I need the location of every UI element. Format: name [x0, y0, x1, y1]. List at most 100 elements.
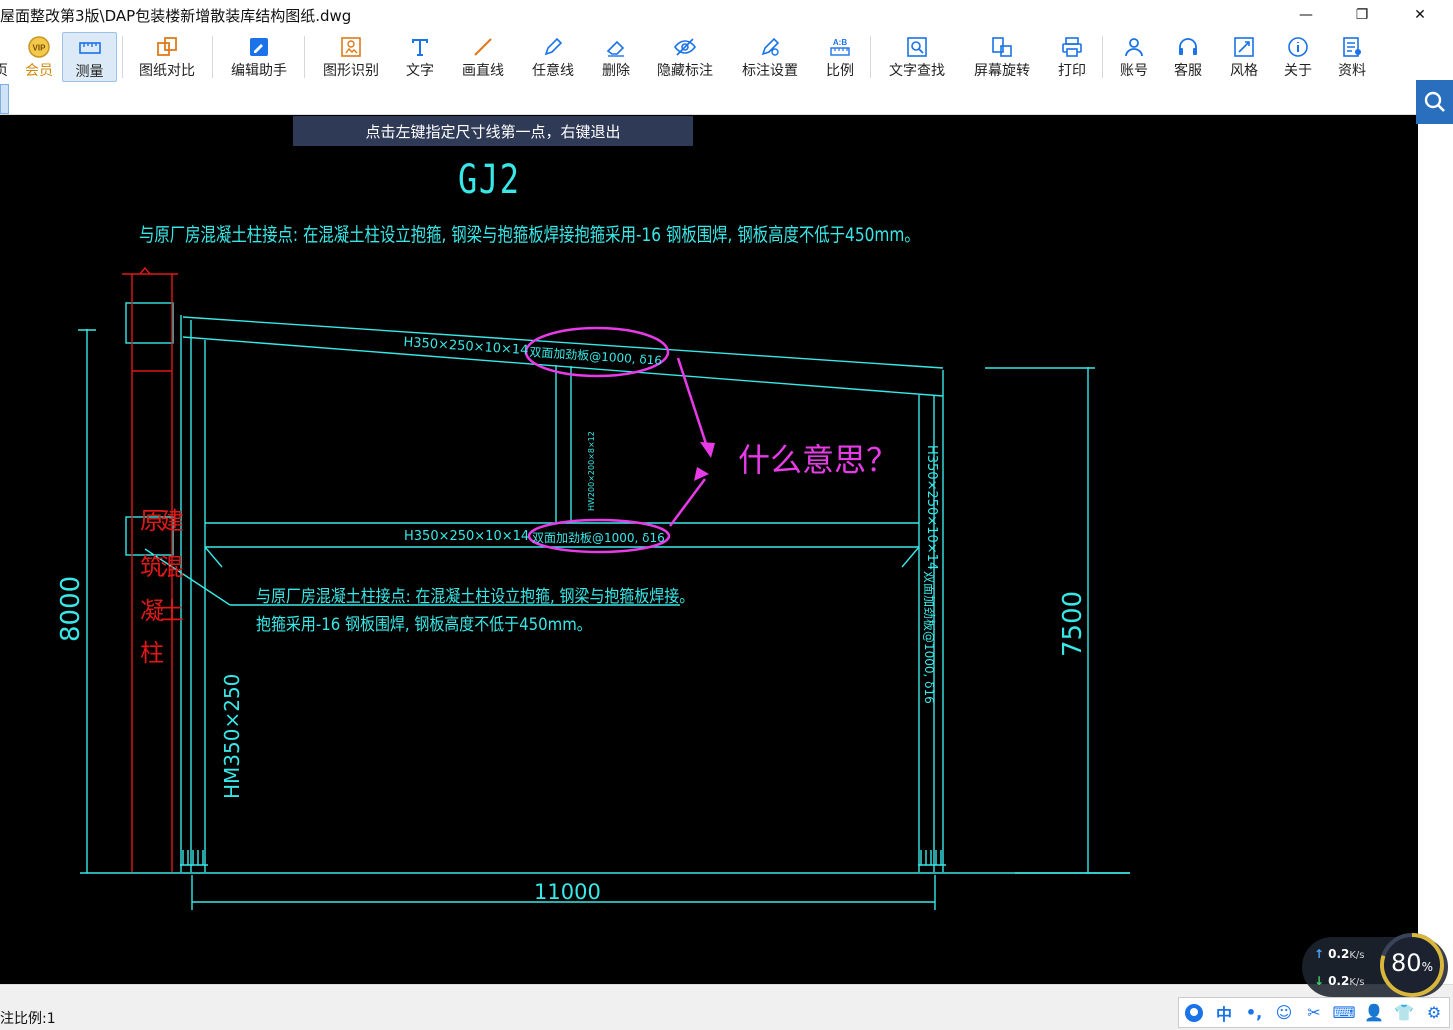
minimize-button[interactable]: — — [1278, 0, 1334, 30]
upload-speed: ↑ 0.2K/s — [1314, 947, 1365, 961]
toolbar-separator — [304, 36, 305, 78]
ruler-icon — [78, 36, 102, 60]
network-speed-widget[interactable]: ↑ 0.2K/s ↓ 0.2K/s 80% — [1302, 933, 1448, 997]
ime-punctuation-toggle[interactable]: •, — [1239, 999, 1269, 1027]
style-icon — [1232, 35, 1256, 59]
scale-status: 注比例:1 — [0, 1011, 56, 1027]
headset-icon — [1176, 35, 1200, 59]
concrete-label-char: 柱 — [140, 639, 164, 667]
delete-button[interactable]: 删除 — [594, 32, 638, 82]
toolbar-separator — [870, 36, 871, 78]
haunch-right — [901, 546, 920, 568]
column-cap-box — [125, 302, 174, 344]
close-button[interactable]: ✕ — [1392, 0, 1448, 30]
concrete-column-label: 原 建 筑 混 凝 土 柱 — [138, 507, 186, 666]
drawing-tab[interactable] — [0, 84, 9, 114]
ime-emoji-icon[interactable]: ☺ — [1269, 999, 1299, 1027]
text-button[interactable]: 文字 — [398, 32, 442, 82]
resources-icon — [1340, 35, 1364, 59]
pencil-icon — [541, 35, 565, 59]
ime-keyboard-icon[interactable]: ⌨ — [1329, 999, 1359, 1027]
draw-line-button[interactable]: 画直线 — [456, 32, 510, 82]
account-button[interactable]: 账号 — [1112, 32, 1156, 82]
eraser-icon — [604, 35, 628, 59]
haunch-left — [204, 546, 223, 568]
left-base-plate — [180, 850, 208, 866]
drawing-canvas[interactable]: 点击左键指定尺寸线第一点，右键退出 GJ2 与原厂房混凝土柱接点: 在混凝土柱设… — [0, 115, 1418, 984]
upload-arrow-icon: ↑ — [1314, 947, 1325, 961]
measure-hint: 点击左键指定尺寸线第一点，右键退出 — [293, 116, 693, 146]
tab-strip — [0, 84, 1453, 115]
about-button[interactable]: 关于 — [1276, 32, 1320, 82]
vip-icon: VIP — [27, 35, 51, 59]
concrete-label-char: 土 — [160, 597, 184, 625]
drawing-title: GJ2 — [458, 157, 521, 203]
freehand-line-button[interactable]: 任意线 — [526, 32, 580, 82]
print-button[interactable]: 打印 — [1050, 32, 1094, 82]
right-panel-strip — [1418, 115, 1453, 984]
edit-assistant-button[interactable]: 编辑助手 — [224, 32, 294, 82]
concrete-label-char: 混 — [160, 553, 184, 581]
ime-skin-icon[interactable]: 👕 — [1389, 999, 1419, 1027]
line-icon — [471, 35, 495, 59]
maximize-button[interactable]: ❐ — [1334, 0, 1390, 30]
ime-user-icon[interactable]: 👤 — [1359, 999, 1389, 1027]
memory-percent: 80% — [1391, 949, 1433, 977]
top-note: 与原厂房混凝土柱接点: 在混凝土柱设立抱箍, 钢梁与抱箍板焊接抱箍采用-16 钢… — [139, 224, 920, 246]
style-button[interactable]: 风格 — [1222, 32, 1266, 82]
strut-label: HW200×200×8×12 — [587, 431, 596, 511]
right-base-plate — [918, 850, 946, 866]
scale-button[interactable]: A:B 比例 — [818, 32, 862, 82]
ime-scissors-icon[interactable]: ✂ — [1299, 999, 1329, 1027]
title-bar: 屋面整改第3版\DAP包装楼新增散装库结构图纸.dwg — ❐ ✕ — [0, 0, 1453, 30]
hide-annotation-button[interactable]: 隐藏标注 — [652, 32, 718, 82]
member-button[interactable]: VIP 会员 — [16, 32, 62, 82]
download-arrow-icon: ↓ — [1314, 974, 1325, 988]
arrow-line-top — [676, 357, 711, 454]
right-column-label: H350×250×10×14 — [924, 445, 939, 571]
measure-button[interactable]: 测量 — [62, 32, 117, 82]
arrow-head-top — [700, 442, 715, 458]
dim-height-left: 8000 — [56, 575, 86, 642]
resources-button[interactable]: 资料 — [1330, 32, 1374, 82]
ratio-icon: A:B — [828, 35, 852, 59]
shape-recognize-icon — [339, 35, 363, 59]
rotate-screen-icon — [990, 35, 1014, 59]
search-button[interactable] — [1416, 80, 1453, 124]
service-button[interactable]: 客服 — [1166, 32, 1210, 82]
annotation-gear-icon — [758, 35, 782, 59]
ime-logo-icon[interactable] — [1179, 999, 1209, 1027]
mid-note-line-2: 抱箍采用-16 钢板围焊, 钢板高度不低于450mm。 — [256, 615, 592, 635]
compare-button[interactable]: 图纸对比 — [132, 32, 202, 82]
cad-viewer-window: 屋面整改第3版\DAP包装楼新增散装库结构图纸.dwg — ❐ ✕ 页 VIP … — [0, 0, 1453, 1030]
screen-rotate-button[interactable]: 屏幕旋转 — [968, 32, 1036, 82]
toolbar: 页 VIP 会员 测量 图纸对比 编辑助手 图形识别 文字 画直线 任意线 删除… — [0, 30, 1453, 84]
ime-language-toggle[interactable]: 中 — [1209, 999, 1239, 1027]
ime-settings-icon[interactable]: ⚙ — [1419, 999, 1449, 1027]
mid-note-line-1: 与原厂房混凝土柱接点: 在混凝土柱设立抱箍, 钢梁与抱箍板焊接。 — [256, 587, 695, 607]
info-icon — [1286, 35, 1310, 59]
annotation-settings-button[interactable]: 标注设置 — [736, 32, 804, 82]
window-title: 屋面整改第3版\DAP包装楼新增散装库结构图纸.dwg — [0, 7, 352, 25]
concrete-label-char: 建 — [160, 507, 184, 535]
shape-recognize-button[interactable]: 图形识别 — [316, 32, 386, 82]
edit-assistant-icon — [247, 35, 271, 59]
toolbar-separator — [122, 36, 123, 78]
right-column-stiffener-label: 双面加劲板@1000, δ16 — [922, 571, 936, 704]
left-column-label: HM350×250 — [220, 673, 244, 799]
text-t-icon — [408, 35, 432, 59]
text-search-button[interactable]: 文字查找 — [882, 32, 952, 82]
svg-text:A:B: A:B — [833, 38, 847, 47]
text-search-icon — [905, 35, 929, 59]
arrow-head-mid — [694, 467, 709, 481]
toolbar-separator — [212, 36, 213, 78]
arrow-line-mid — [668, 478, 707, 527]
question-annotation: 什么意思？ — [738, 441, 899, 479]
download-speed: ↓ 0.2K/s — [1314, 974, 1365, 988]
dim-span: 11000 — [534, 880, 601, 904]
search-icon — [1424, 91, 1445, 112]
toolbar-edge-item[interactable]: 页 — [0, 32, 8, 82]
user-icon — [1122, 35, 1146, 59]
compare-icon — [155, 35, 179, 59]
eye-hidden-icon — [673, 35, 697, 59]
